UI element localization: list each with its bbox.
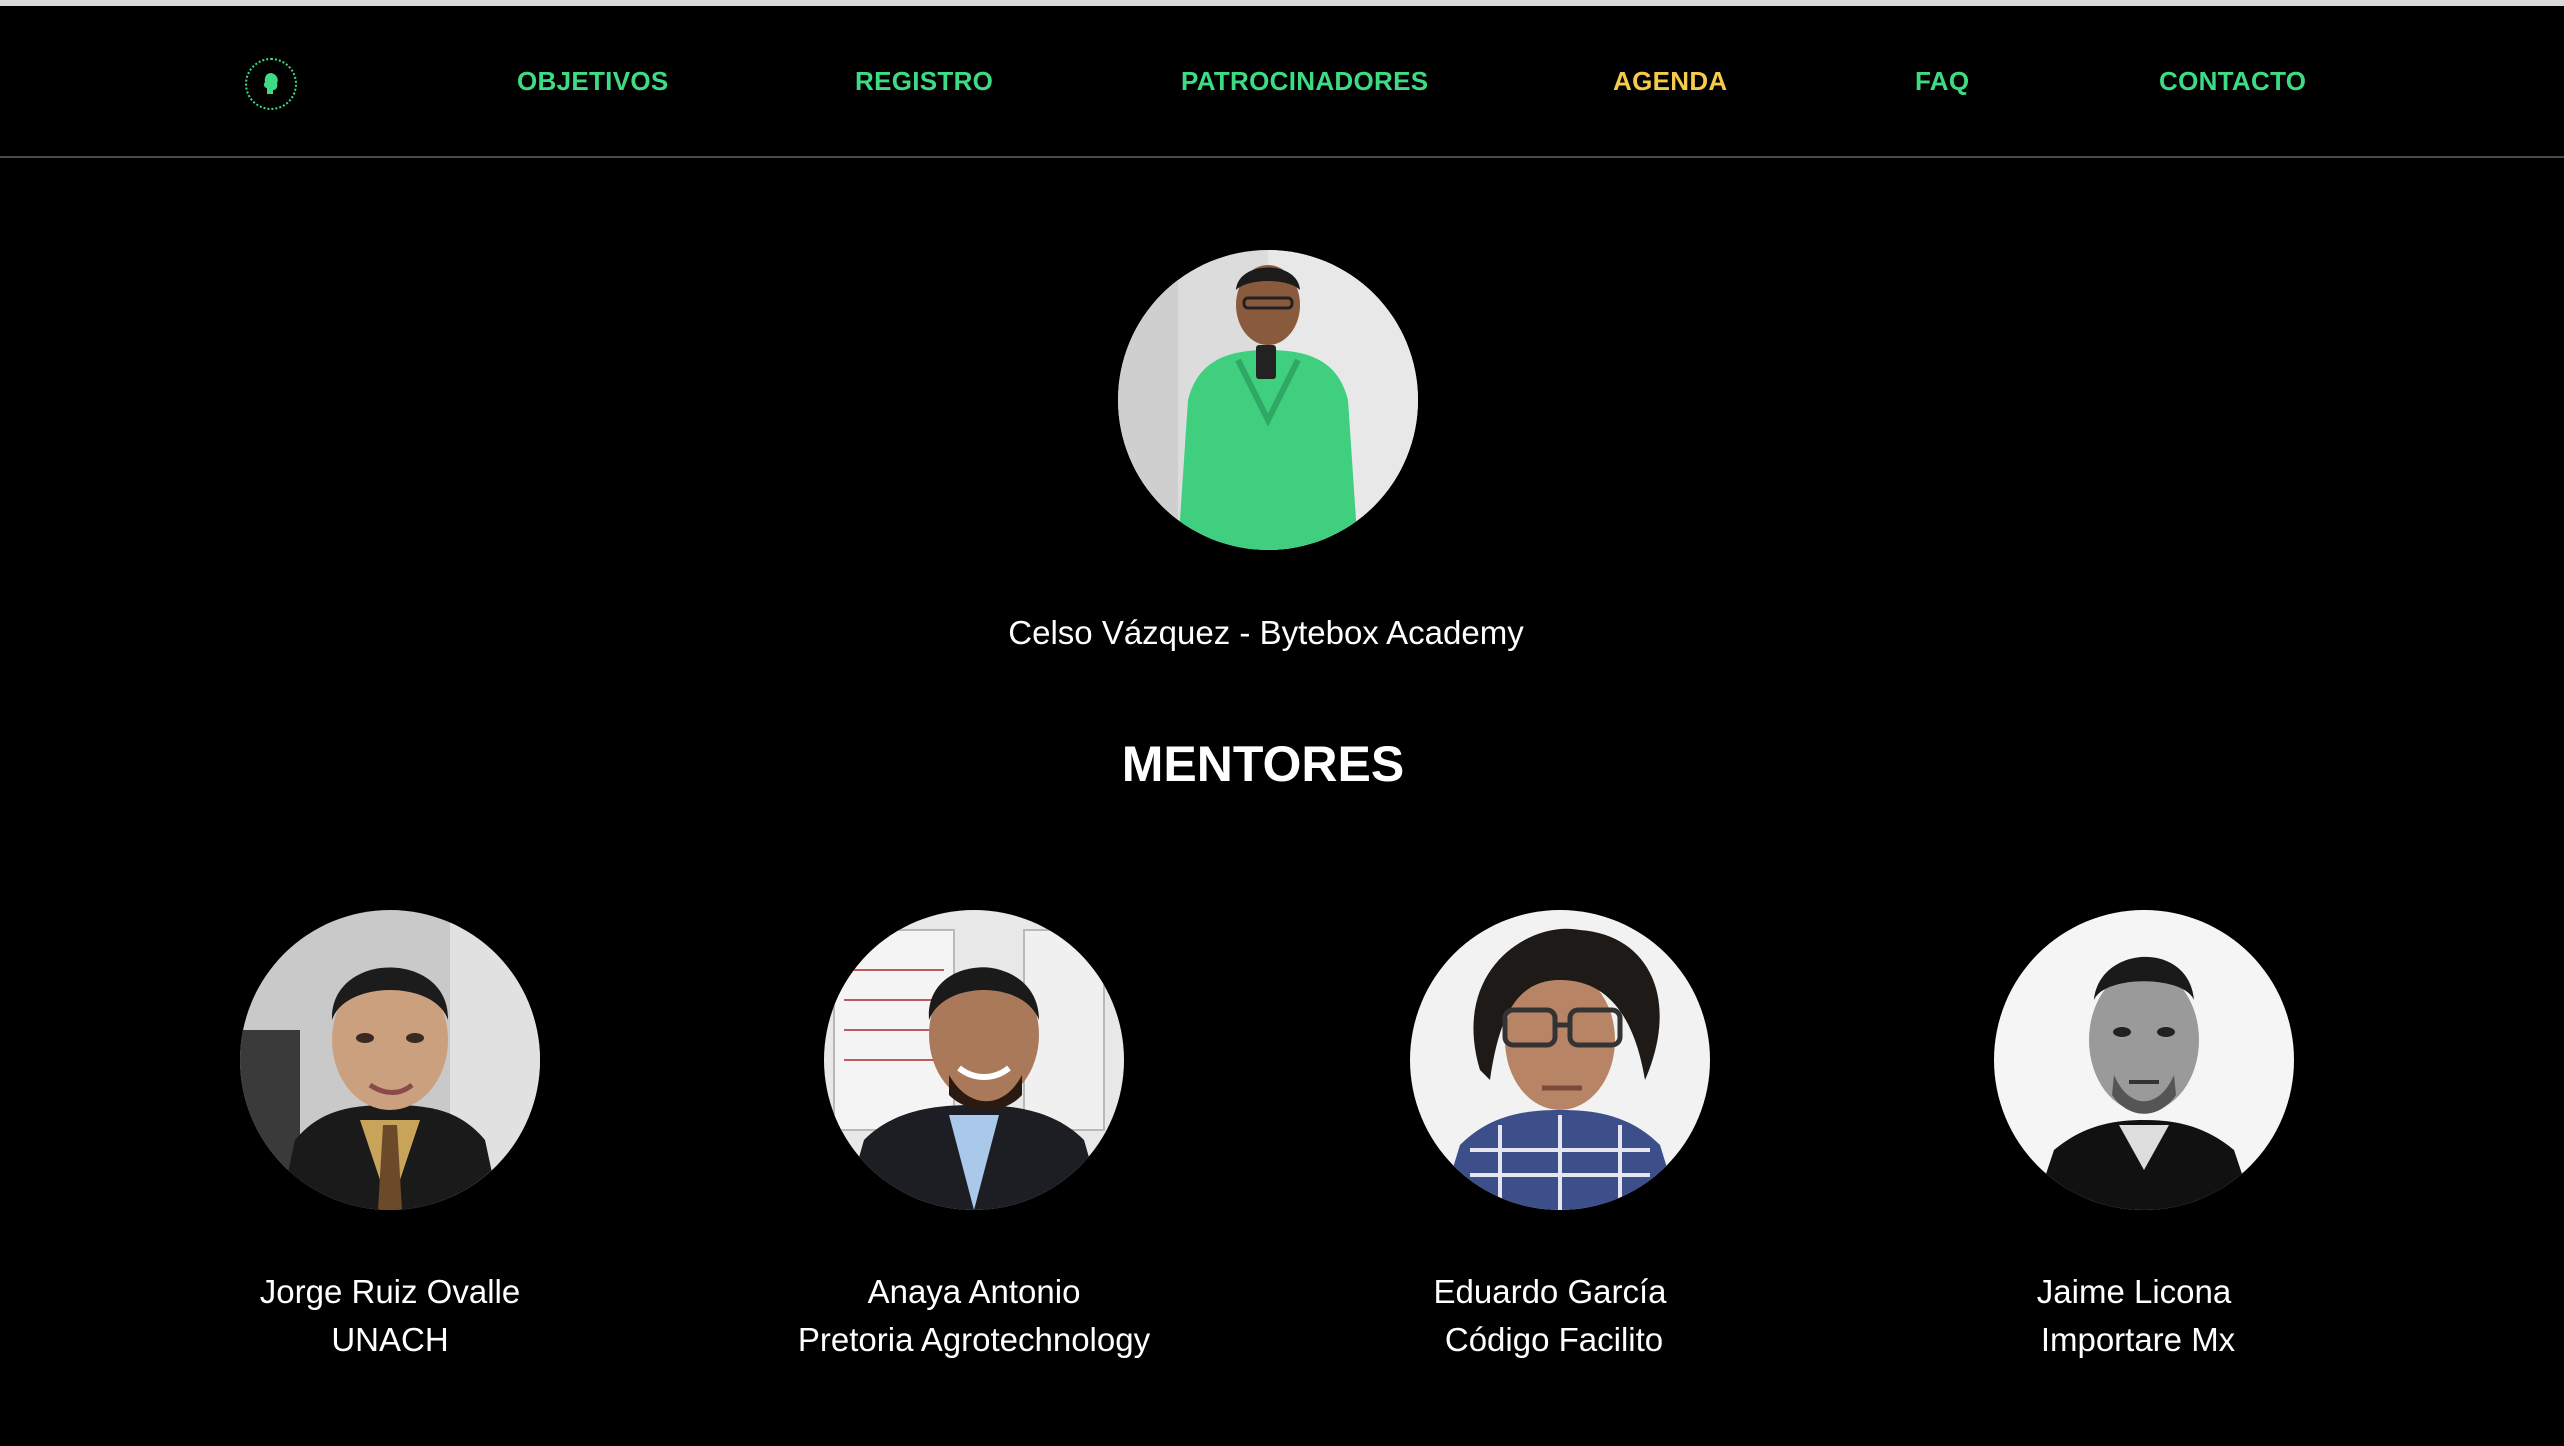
nav-faq-link[interactable]: FAQ <box>1915 66 1969 97</box>
mentor-org-2: Pretoria Agrotechnology <box>797 1321 1151 1358</box>
mentor-name-2: Anaya Antonio <box>867 1273 1081 1310</box>
featured-speaker-photo <box>1118 250 1418 550</box>
mentor-org-3: Código Facilito <box>1444 1321 1664 1358</box>
nav-contacto-link[interactable]: CONTACTO <box>2159 66 2306 97</box>
site-logo-icon[interactable] <box>245 58 297 110</box>
mentors-section-title: MENTORES <box>1121 736 1405 792</box>
mentor-name-1: Jorge Ruiz Ovalle <box>259 1273 521 1310</box>
featured-speaker-caption: Celso Vázquez - Bytebox Academy <box>1008 614 1524 651</box>
mentor-name-4: Jaime Licona <box>2036 1273 2232 1310</box>
nav-objetivos-link[interactable]: OBJETIVOS <box>517 66 669 97</box>
nav-agenda-link[interactable]: AGENDA <box>1613 66 1727 97</box>
mentor-org-4: Importare Mx <box>2040 1321 2236 1358</box>
mentor-photo-4 <box>1994 910 2294 1210</box>
nav-patrocinadores-link[interactable]: PATROCINADORES <box>1181 66 1428 97</box>
mentor-org-1: UNACH <box>331 1321 449 1358</box>
mentor-photo-3 <box>1410 910 1710 1210</box>
mentor-photo-1 <box>240 910 540 1210</box>
nav-registro-link[interactable]: REGISTRO <box>855 66 993 97</box>
top-navigation-bar: OBJETIVOS REGISTRO PATROCINADORES AGENDA… <box>0 6 2564 158</box>
mentor-photo-2 <box>824 910 1124 1210</box>
mentor-name-3: Eduardo García <box>1433 1273 1667 1310</box>
